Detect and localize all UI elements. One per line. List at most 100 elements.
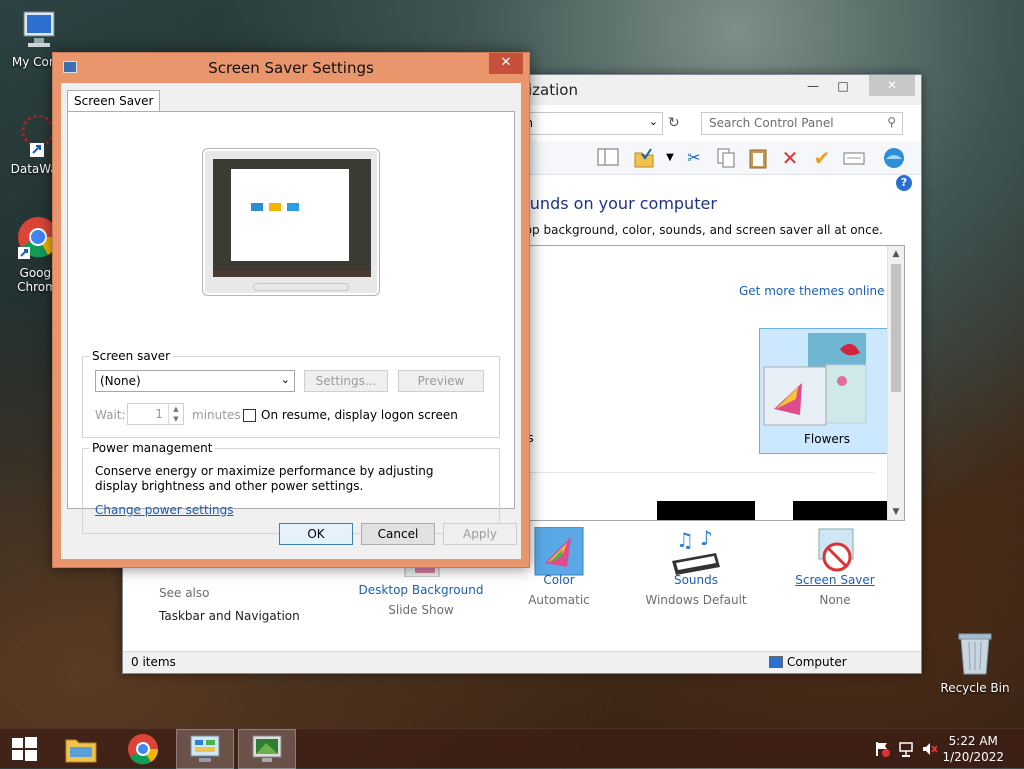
scroll-up-icon[interactable]: ▲ <box>888 246 904 262</box>
system-clock[interactable]: 5:22 AM 1/20/2022 <box>942 733 1004 765</box>
computer-icon <box>769 656 783 668</box>
svg-text:♫: ♫ <box>676 528 694 552</box>
cancel-button[interactable]: Cancel <box>361 523 435 545</box>
dialog-title: Screen Saver Settings <box>208 59 374 77</box>
color-label: Color <box>543 573 575 587</box>
volume-muted-icon[interactable] <box>922 741 938 757</box>
recycle-bin-icon <box>955 630 995 678</box>
theme-swatch-black[interactable] <box>657 501 755 520</box>
theme-swatch-black[interactable] <box>793 501 891 520</box>
sounds-label: Sounds <box>673 573 719 587</box>
network-icon[interactable] <box>898 741 914 757</box>
folder-icon <box>65 739 97 763</box>
clock-date: 1/20/2022 <box>942 750 1004 764</box>
refresh-icon[interactable]: ↻ <box>668 115 680 131</box>
screen-saver-item[interactable]: Screen Saver None <box>765 528 905 607</box>
delete-icon[interactable]: ✕ <box>779 147 801 169</box>
help-icon[interactable]: ? <box>896 175 912 191</box>
monitor-preview <box>202 148 380 296</box>
maximize-button[interactable]: □ <box>829 76 857 97</box>
control-panel-icon <box>190 735 220 762</box>
check-icon[interactable]: ✔ <box>811 147 833 169</box>
stepper-down-icon[interactable]: ▼ <box>168 414 183 424</box>
wait-stepper[interactable]: 1 ▲ ▼ <box>127 403 184 425</box>
search-input[interactable]: Search Control Panel ⚲ <box>701 112 903 135</box>
windows-logo-icon <box>12 737 37 761</box>
sounds-item[interactable]: ♫ ♪ Sounds Windows Default <box>626 526 766 607</box>
desktop-icon-label: Recycle Bin <box>940 681 1010 695</box>
search-icon: ⚲ <box>887 115 896 129</box>
resume-label[interactable]: On resume, display logon screen <box>261 408 458 422</box>
color-value: Automatic <box>528 593 590 607</box>
themes-scrollbar[interactable]: ▲ ▼ <box>887 246 904 520</box>
status-bar: 0 items Computer <box>123 651 921 673</box>
monitor-screen <box>213 159 371 277</box>
monitor-icon <box>252 735 282 762</box>
wait-label: Wait: <box>95 408 126 422</box>
chevron-down-icon[interactable]: ▼ <box>659 147 681 169</box>
scroll-down-icon[interactable]: ▼ <box>888 504 904 520</box>
chrome-icon <box>128 734 159 765</box>
start-button[interactable] <box>0 729 48 769</box>
dialog-close-button[interactable]: ✕ <box>489 53 523 74</box>
minimize-button[interactable]: — <box>799 76 827 97</box>
globe-icon[interactable] <box>883 147 905 169</box>
action-center-flag-icon[interactable] <box>874 741 890 757</box>
sounds-icon: ♫ ♪ <box>626 526 766 575</box>
power-group-label: Power management <box>89 441 216 455</box>
taskbar: 5:22 AM 1/20/2022 <box>0 728 1024 769</box>
screen-saver-value: None <box>819 593 851 607</box>
apply-button[interactable]: Apply <box>443 523 517 545</box>
taskbar-screen-saver[interactable] <box>238 729 296 769</box>
status-location: Computer <box>787 655 847 669</box>
desktop-icon-recycle-bin[interactable]: Recycle Bin <box>937 630 1013 695</box>
power-management-group: Power management Conserve energy or maxi… <box>82 441 500 534</box>
screen-saver-icon <box>765 527 905 572</box>
theme-preview-flowers <box>763 333 867 426</box>
stepper-up-icon[interactable]: ▲ <box>168 404 183 414</box>
minutes-label: minutes <box>192 408 241 422</box>
copy-icon[interactable] <box>715 147 737 169</box>
taskbar-control-panel[interactable] <box>176 729 234 769</box>
change-power-settings-link[interactable]: Change power settings <box>95 503 234 517</box>
taskbar-chrome[interactable] <box>114 729 172 769</box>
window-title: ization <box>528 81 578 99</box>
tab-panel: Screen saver (None) ⌄ Settings... Previe… <box>67 111 515 534</box>
properties-icon[interactable] <box>843 147 865 169</box>
dialog-body: Screen Saver Screen saver (None) ⌄ Setti… <box>61 83 521 559</box>
folder-check-icon[interactable] <box>633 147 655 169</box>
screen-saver-label: Screen Saver <box>795 573 875 587</box>
theme-label: Flowers <box>804 432 850 446</box>
desktop-background-value: Slide Show <box>388 603 454 617</box>
computer-icon <box>20 10 60 52</box>
chevron-down-icon: ⌄ <box>280 373 290 386</box>
scroll-thumb[interactable] <box>891 264 901 392</box>
resume-checkbox[interactable] <box>243 409 256 422</box>
close-button[interactable]: ✕ <box>869 75 915 96</box>
status-items: 0 items <box>131 655 176 669</box>
clock-time: 5:22 AM <box>948 734 998 748</box>
ok-button[interactable]: OK <box>279 523 353 545</box>
layout-icon[interactable] <box>597 147 619 169</box>
taskbar-file-explorer[interactable] <box>52 729 110 769</box>
tab-screen-saver[interactable]: Screen Saver <box>67 90 161 112</box>
screen-saver-selected: (None) <box>100 374 141 388</box>
wait-value: 1 <box>155 407 163 421</box>
paste-icon[interactable] <box>747 147 769 169</box>
screen-saver-group-label: Screen saver <box>89 349 174 363</box>
power-description: Conserve energy or maximize performance … <box>95 464 434 493</box>
page-heading: ounds on your computer <box>520 194 717 213</box>
screen-saver-select[interactable]: (None) ⌄ <box>95 370 295 392</box>
settings-button[interactable]: Settings... <box>304 370 388 392</box>
page-subheading: top background, color, sounds, and scree… <box>520 223 883 237</box>
see-also-title: See also <box>159 586 210 600</box>
desktop-background-label: Desktop Background <box>358 583 484 597</box>
search-placeholder: Search Control Panel <box>709 116 834 130</box>
get-more-themes-link[interactable]: Get more themes online <box>739 284 885 298</box>
see-also-taskbar-link[interactable]: Taskbar and Navigation <box>159 609 300 623</box>
cut-icon[interactable]: ✂ <box>683 147 705 169</box>
chevron-down-icon[interactable]: ⌄ <box>649 115 658 128</box>
theme-flowers[interactable]: Flowers <box>759 328 895 454</box>
preview-button[interactable]: Preview <box>398 370 484 392</box>
sounds-value: Windows Default <box>645 593 747 607</box>
